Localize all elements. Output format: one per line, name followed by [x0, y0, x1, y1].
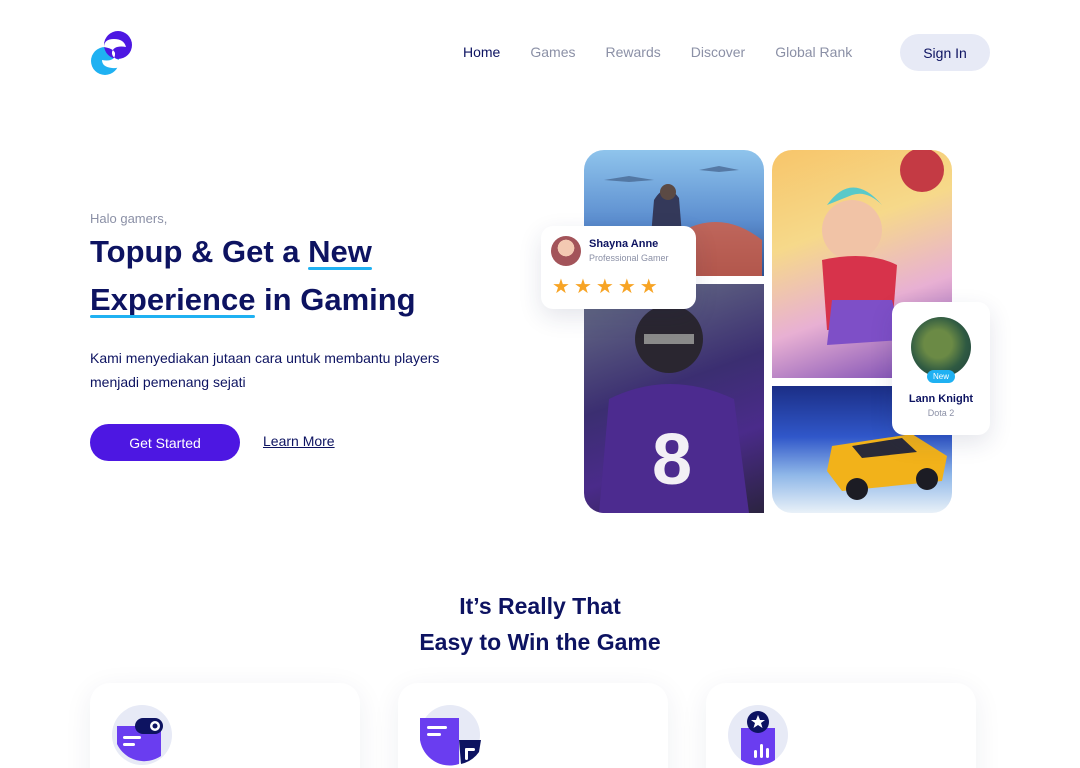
nav-link-rewards[interactable]: Rewards [605, 44, 660, 60]
profile-card: Shayna Anne Professional Gamer ★ ★ ★ ★ ★ [541, 226, 696, 309]
s-brand-logo-icon[interactable] [90, 30, 136, 76]
main-nav: Home Games Rewards Discover Global Rank [463, 34, 882, 70]
star-icon: ★ [595, 276, 614, 298]
hero-description: Kami menyediakan jutaan cara untuk memba… [90, 350, 440, 390]
avatar [911, 317, 971, 377]
feature-card [90, 683, 360, 768]
feature-card [398, 683, 668, 768]
learn-more-link[interactable]: Learn More [263, 433, 335, 449]
gamepad-toggle-icon [112, 705, 172, 765]
player-name: Lann Knight [908, 393, 974, 405]
avatar [551, 236, 581, 266]
hero-title-highlight-new: New [308, 228, 372, 276]
new-badge: New [927, 370, 955, 383]
hero-title: Topup & Get a New Experience in Gaming [90, 228, 510, 324]
nav-link-discover[interactable]: Discover [691, 44, 745, 60]
star-icon: ★ [639, 276, 658, 298]
star-ranking-chart-icon [728, 705, 788, 766]
star-icon: ★ [573, 276, 592, 298]
nav-link-global-rank[interactable]: Global Rank [775, 44, 852, 60]
nav-link-games[interactable]: Games [530, 44, 575, 60]
hero-greeting: Halo gamers, [90, 211, 168, 226]
player-game: Dota 2 [927, 408, 955, 418]
get-started-button[interactable]: Get Started [90, 424, 240, 461]
section-title: It’s Really That Easy to Win the Game [0, 588, 1080, 660]
sign-in-button[interactable]: Sign In [900, 34, 990, 71]
profile-name: Shayna Anne [589, 238, 659, 250]
star-icon: ★ [617, 276, 636, 298]
section-title-line2: Easy to Win the Game [419, 629, 661, 655]
football-scene: 8 [599, 305, 749, 513]
hero-title-part2: in Gaming [255, 282, 416, 317]
section-title-line1: It’s Really That [459, 593, 621, 619]
nav-link-home[interactable]: Home [463, 44, 500, 60]
feature-card [706, 683, 976, 768]
hero-title-part1: Topup & Get a [90, 234, 309, 269]
profile-role: Professional Gamer [589, 253, 669, 263]
hero-title-highlight-experience: Experience [90, 276, 256, 324]
player-card[interactable]: New Lann Knight Dota 2 [892, 302, 990, 435]
star-icon: ★ [552, 276, 570, 298]
rating-stars: ★ ★ ★ ★ ★ [552, 276, 662, 298]
game-image-football: 8 [584, 284, 764, 513]
chat-bubbles-icon [420, 705, 481, 766]
svg-text:8: 8 [652, 420, 692, 500]
